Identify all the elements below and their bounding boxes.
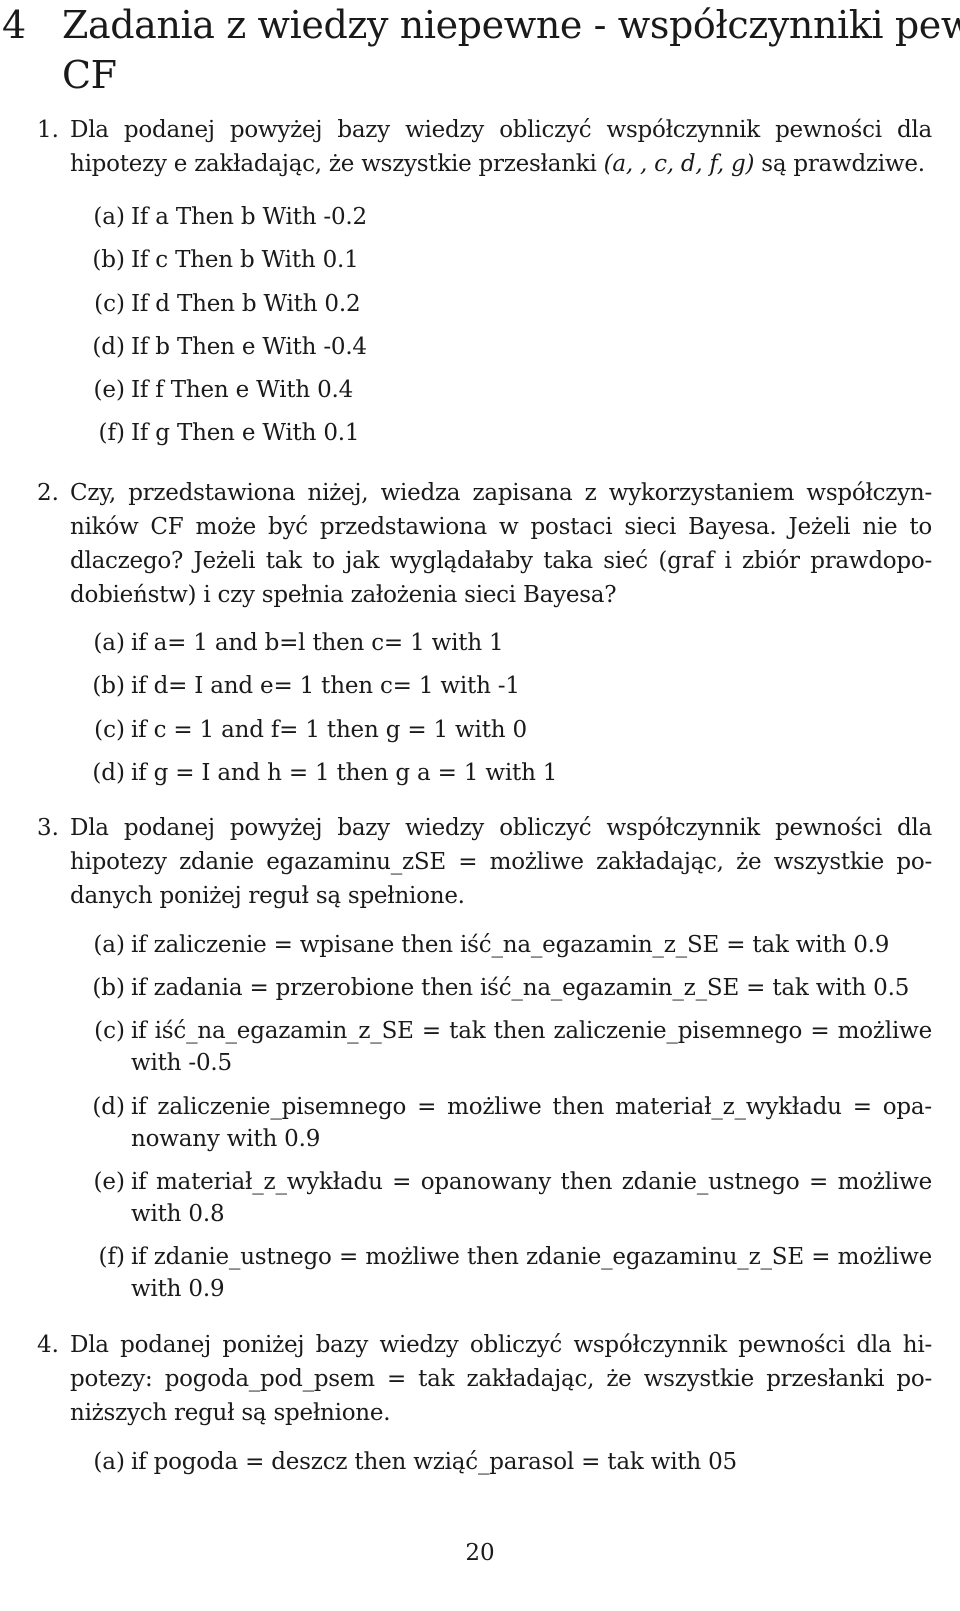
rule-label: (a) — [93, 630, 125, 656]
task-text-line: ników CF może być przedstawiona w postac… — [70, 514, 932, 540]
rule-text: if c = 1 and f= 1 then g = 1 with 0 — [131, 717, 527, 743]
rule-label: (a) — [93, 204, 125, 230]
task-number: 1. — [37, 117, 59, 143]
rule-text: if iść_na_egazamin_z_SE = tak then zalic… — [131, 1018, 932, 1076]
rule-label: (f) — [98, 1244, 125, 1270]
rule-text: If c Then b With 0.1 — [131, 247, 359, 273]
task-text: Dla podanej poniżej bazy wiedzy obliczyć… — [70, 1328, 932, 1430]
task-text-line: potezy: pogoda_pod_psem = tak zakładając… — [70, 1366, 932, 1392]
task-text: Dla podanej powyżej bazy wiedzy obliczyć… — [70, 811, 932, 913]
task-number: 2. — [37, 480, 59, 506]
page-number: 20 — [465, 1540, 495, 1566]
rule-text: if d= I and e= 1 then c= 1 with -1 — [131, 673, 520, 699]
task-text: Czy, przedstawiona niżej, wiedza zapisan… — [70, 476, 932, 612]
section-title-line-2: CF — [62, 53, 117, 97]
task-number: 3. — [37, 815, 59, 841]
rule-label: (c) — [94, 1018, 125, 1044]
rule-label: (b) — [92, 247, 125, 273]
document-page: 4 Zadania z wiedzy niepewne - współczynn… — [0, 0, 960, 1611]
task-text-line: niższych reguł są spełnione. — [70, 1400, 391, 1426]
rule-text: If b Then e With -0.4 — [131, 334, 367, 360]
task-text-line: Dla podanej powyżej bazy wiedzy obliczyć… — [70, 815, 932, 841]
section-number: 4 — [2, 3, 26, 47]
rule-text: If d Then b With 0.2 — [131, 291, 361, 317]
rule-label: (a) — [93, 1449, 125, 1475]
task-number: 4. — [37, 1332, 59, 1358]
rule-text: if materiał_z_wykładu = opanowany then z… — [131, 1169, 932, 1227]
rule-text: if a= 1 and b=l then c= 1 with 1 — [131, 630, 504, 656]
rule-text: if zadania = przerobione then iść_na_ega… — [131, 975, 910, 1001]
section-title-line-1: Zadania z wiedzy niepewne - współczynnik… — [62, 3, 960, 47]
rule-text: if g = I and h = 1 then g a = 1 with 1 — [131, 760, 558, 786]
rule-text: if zaliczenie = wpisane then iść_na_egaz… — [131, 932, 890, 958]
rule-label: (b) — [92, 673, 125, 699]
task-text-line: Dla podanej poniżej bazy wiedzy obliczyć… — [70, 1332, 932, 1358]
premises-list: (a, , c, d, f, g) — [603, 151, 755, 177]
rule-label: (b) — [92, 975, 125, 1001]
rule-label: (f) — [98, 420, 125, 446]
task-text-line: hipotezy e zakładając, że wszystkie prze… — [70, 151, 925, 177]
rule-label: (d) — [92, 1094, 125, 1120]
task-text-line: Dla podanej powyżej bazy wiedzy obliczyć… — [70, 117, 932, 143]
task-text-line: dobieństw) i czy spełnia założenia sieci… — [70, 582, 617, 608]
rule-text: If f Then e With 0.4 — [131, 377, 354, 403]
task-text: Dla podanej powyżej bazy wiedzy obliczyć… — [70, 113, 932, 181]
rule-text: if zdanie_ustnego = możliwe then zdanie_… — [131, 1244, 932, 1302]
rule-label: (e) — [93, 1169, 125, 1195]
task-text-line: hipotezy zdanie egazaminu_zSE = możliwe … — [70, 849, 932, 875]
section-title: Zadania z wiedzy niepewne - współczynnik… — [62, 0, 960, 100]
task-text-line: dlaczego? Jeżeli tak to jak wyglądałaby … — [70, 548, 932, 574]
rule-label: (d) — [92, 760, 125, 786]
rule-label: (c) — [94, 291, 125, 317]
rule-text: if zaliczenie_pisemnego = możliwe then m… — [131, 1094, 932, 1152]
rule-label: (a) — [93, 932, 125, 958]
task-text-line: Czy, przedstawiona niżej, wiedza zapisan… — [70, 480, 932, 506]
rule-label: (c) — [94, 717, 125, 743]
rule-text: If a Then b With -0.2 — [131, 204, 367, 230]
rule-label: (d) — [92, 334, 125, 360]
task-text-line: danych poniżej reguł są spełnione. — [70, 883, 465, 909]
rule-text: if pogoda = deszcz then wziąć_parasol = … — [131, 1449, 737, 1475]
rule-label: (e) — [93, 377, 125, 403]
rule-text: If g Then e With 0.1 — [131, 420, 360, 446]
